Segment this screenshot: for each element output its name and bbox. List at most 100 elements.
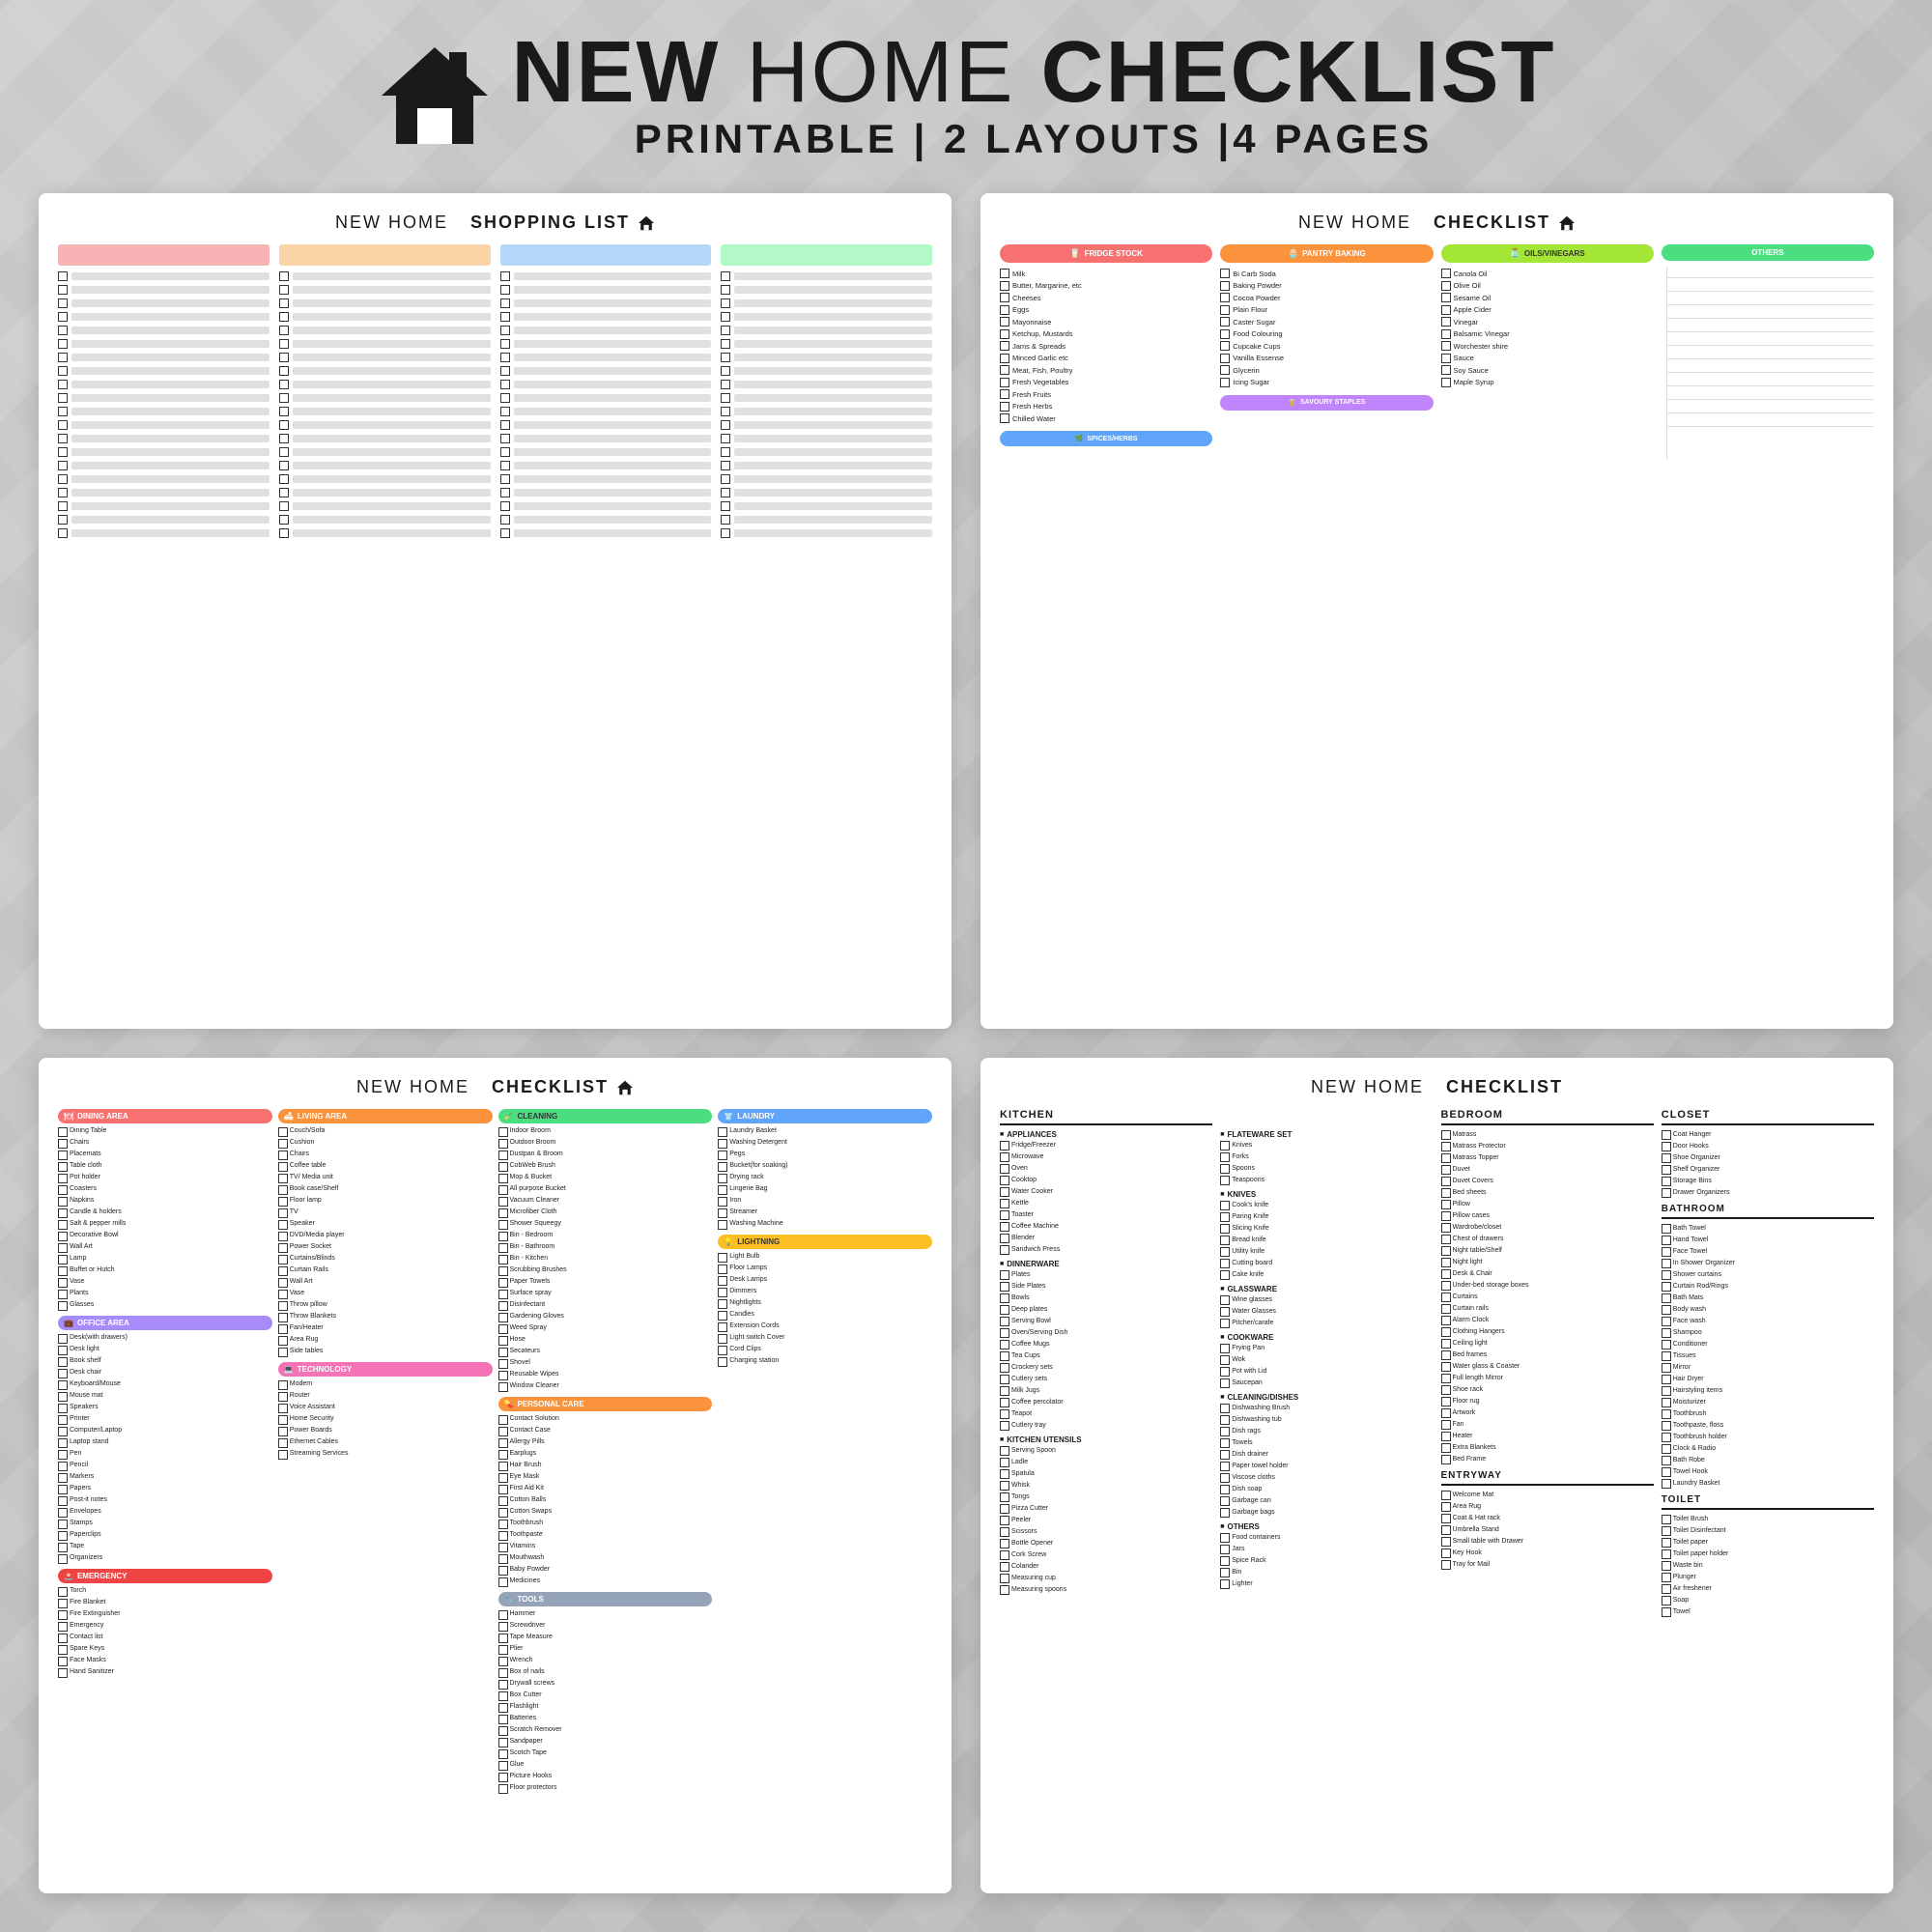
da1: Dining Table bbox=[58, 1127, 272, 1137]
s3l5 bbox=[500, 326, 712, 335]
entryway-title: ENTRYWAY bbox=[1441, 1470, 1654, 1486]
bd5: Duvet Covers bbox=[1441, 1177, 1654, 1186]
en2: Area Rug bbox=[1441, 1502, 1654, 1512]
te1: Modem bbox=[278, 1380, 493, 1390]
dn9: Crockery sets bbox=[1000, 1363, 1212, 1373]
to5: Wrench bbox=[498, 1657, 713, 1666]
pc7: First Aid Kit bbox=[498, 1485, 713, 1494]
fi1: Milk bbox=[1000, 269, 1212, 278]
pc10: Toothbrush bbox=[498, 1520, 713, 1529]
la4: Coffee table bbox=[278, 1162, 493, 1172]
spices-subheader: 🌿 SPICES/HERBS bbox=[1000, 431, 1212, 446]
lightning-section-title: 💡 LIGHTNING bbox=[718, 1235, 932, 1249]
en3: Coat & Hat rack bbox=[1441, 1514, 1654, 1523]
s4l13 bbox=[721, 434, 932, 443]
cd8: Dish soap bbox=[1220, 1485, 1433, 1494]
sl13 bbox=[58, 434, 270, 443]
oa14: Papers bbox=[58, 1485, 272, 1494]
oa4: Desk chair bbox=[58, 1369, 272, 1378]
ol8 bbox=[1667, 361, 1874, 373]
panel2-title-bold: CHECKLIST bbox=[1434, 213, 1550, 233]
s2l14 bbox=[279, 447, 491, 457]
panel-full-checklist: NEW HOME CHECKLIST KITCHEN APPLIANCES Fr… bbox=[980, 1058, 1893, 1893]
utensils-sub: KITCHEN UTENSILS bbox=[1000, 1435, 1212, 1444]
da9: Salt & pepper mills bbox=[58, 1220, 272, 1230]
toi7: Air freshener bbox=[1662, 1584, 1874, 1594]
dn8: Tea Cups bbox=[1000, 1351, 1212, 1361]
s4l19 bbox=[721, 515, 932, 525]
tech-section-title: 💻 TECHNOLOGY bbox=[278, 1362, 493, 1377]
cleaning-dishes-sub: CLEANING/DISHES bbox=[1220, 1393, 1433, 1402]
cookware-sub: COOKWARE bbox=[1220, 1333, 1433, 1342]
da13: Buffet or Hutch bbox=[58, 1266, 272, 1276]
oa19: Tape bbox=[58, 1543, 272, 1552]
pb9: Glycerin bbox=[1220, 365, 1433, 375]
dn13: Teapot bbox=[1000, 1409, 1212, 1419]
s2l20 bbox=[279, 528, 491, 538]
ap4: Cooktop bbox=[1000, 1176, 1212, 1185]
kitchen2-title bbox=[1220, 1109, 1433, 1125]
cl2: Outdoor Broom bbox=[498, 1139, 713, 1149]
cs6: Drawer Organizers bbox=[1662, 1188, 1874, 1198]
lau3: Pegs bbox=[718, 1151, 932, 1160]
cl21: Shovel bbox=[498, 1359, 713, 1369]
fc-closet-col: CLOSET Coat Hanger Door Hooks Shoe Organ… bbox=[1662, 1109, 1874, 1619]
cd6: Paper towel holder bbox=[1220, 1462, 1433, 1471]
fridge-stock-header: 🥛 FRIDGE STOCK bbox=[1000, 244, 1212, 263]
ov5: Vinegar bbox=[1441, 317, 1654, 327]
dn2: Side Plates bbox=[1000, 1282, 1212, 1292]
s4l5 bbox=[721, 326, 932, 335]
oa11: Pen bbox=[58, 1450, 272, 1460]
s2l4 bbox=[279, 312, 491, 322]
panel3-title: NEW HOME CHECKLIST bbox=[58, 1077, 932, 1097]
cd2: Dishwashing tub bbox=[1220, 1415, 1433, 1425]
oa8: Printer bbox=[58, 1415, 272, 1425]
sl7 bbox=[58, 353, 270, 362]
bd7: Pillow bbox=[1441, 1200, 1654, 1209]
fi4: Eggs bbox=[1000, 305, 1212, 315]
gw3: Pitcher/carafe bbox=[1220, 1319, 1433, 1328]
cs2: Door Hooks bbox=[1662, 1142, 1874, 1151]
s2l18 bbox=[279, 501, 491, 511]
dn6: Oven/Serving Dish bbox=[1000, 1328, 1212, 1338]
pb2: Baking Powder bbox=[1220, 281, 1433, 291]
ba19: Toothbrush holder bbox=[1662, 1433, 1874, 1442]
s2l7 bbox=[279, 353, 491, 362]
bd14: Under-bed storage boxes bbox=[1441, 1281, 1654, 1291]
bd11: Night table/Shelf bbox=[1441, 1246, 1654, 1256]
cl14: Paper Towels bbox=[498, 1278, 713, 1288]
da8: Candle & holders bbox=[58, 1208, 272, 1218]
s2l15 bbox=[279, 461, 491, 470]
cw4: Saucepan bbox=[1220, 1378, 1433, 1388]
panel4-title-normal: NEW HOME bbox=[1311, 1077, 1424, 1097]
ba22: Towel Hook bbox=[1662, 1467, 1874, 1477]
panel2-title: NEW HOME CHECKLIST bbox=[1000, 213, 1874, 233]
s4l20 bbox=[721, 528, 932, 538]
s2l10 bbox=[279, 393, 491, 403]
li3: Desk Lamps bbox=[718, 1276, 932, 1286]
lau5: Drying rack bbox=[718, 1174, 932, 1183]
others-lines bbox=[1666, 267, 1874, 460]
oa13: Markers bbox=[58, 1473, 272, 1483]
s4l6 bbox=[721, 339, 932, 349]
to6: Box of nails bbox=[498, 1668, 713, 1678]
savoury-header: 🥫 SAVOURY STAPLES bbox=[1220, 395, 1433, 411]
ap1: Fridge/Freezer bbox=[1000, 1141, 1212, 1151]
oa7: Speakers bbox=[58, 1404, 272, 1413]
ap10: Sandwich Press bbox=[1000, 1245, 1212, 1255]
oa2: Desk light bbox=[58, 1346, 272, 1355]
panel-shopping-list: NEW HOME SHOPPING LIST bbox=[39, 193, 952, 1029]
bd3: Matrass Topper bbox=[1441, 1153, 1654, 1163]
kn3: Slicing Knife bbox=[1220, 1224, 1433, 1234]
la1: Couch/Sofa bbox=[278, 1127, 493, 1137]
en4: Umbrella Stand bbox=[1441, 1525, 1654, 1535]
to2: Screwdriver bbox=[498, 1622, 713, 1632]
cl22: Reusable Wipes bbox=[498, 1371, 713, 1380]
la10: DVD/Media player bbox=[278, 1232, 493, 1241]
ba1: Bath Towel bbox=[1662, 1224, 1874, 1234]
dn1: Plates bbox=[1000, 1270, 1212, 1280]
cl18: Weed Spray bbox=[498, 1324, 713, 1334]
s2l9 bbox=[279, 380, 491, 389]
s2l12 bbox=[279, 420, 491, 430]
ol2 bbox=[1667, 280, 1874, 292]
